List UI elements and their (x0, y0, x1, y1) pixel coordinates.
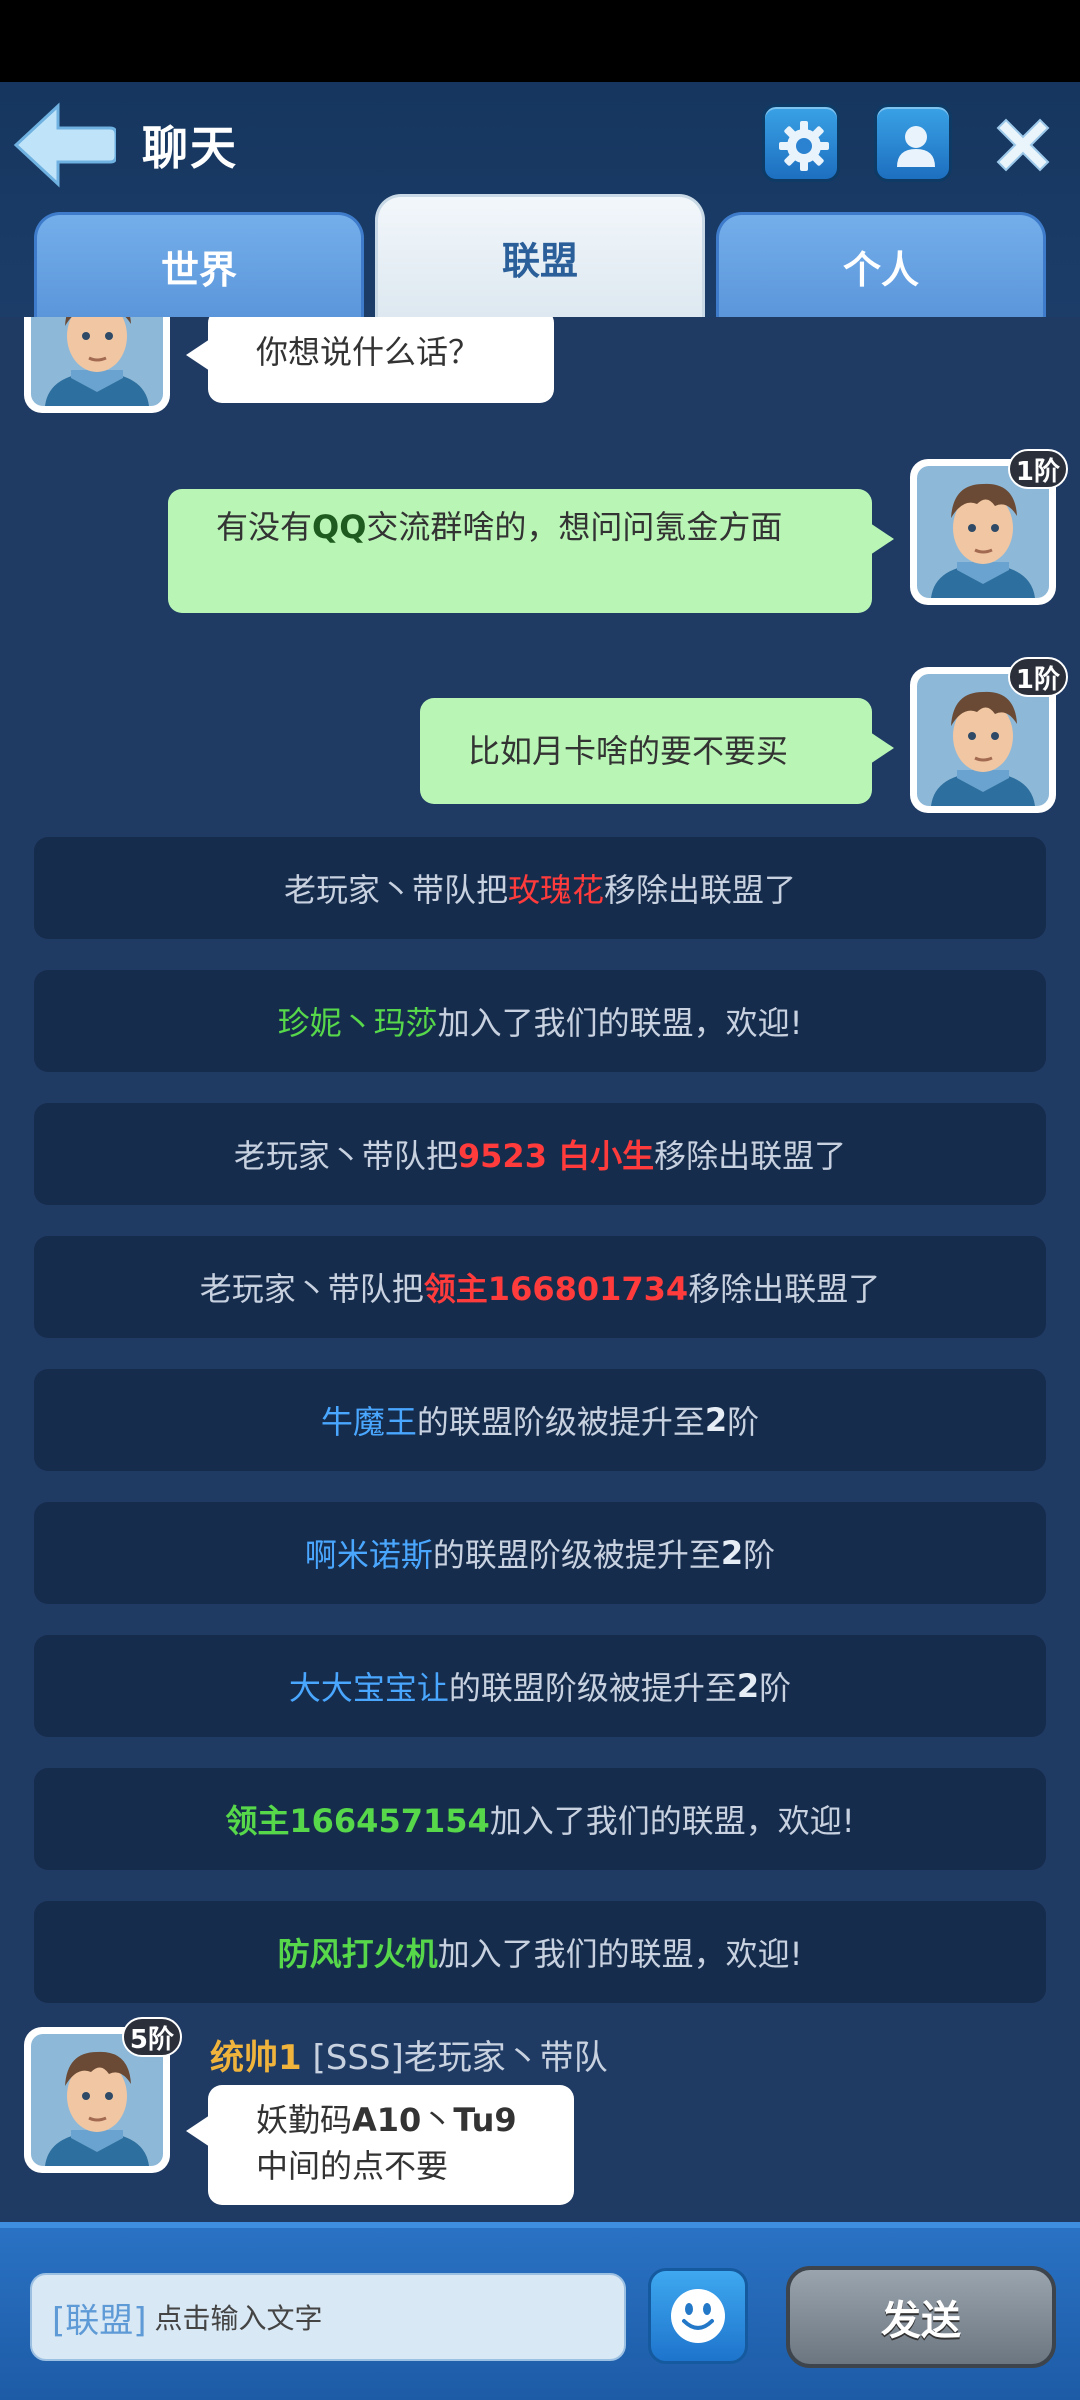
system-message: 老玩家丶带队把 玫瑰花 移除出联盟了 (34, 837, 1046, 939)
avatar[interactable]: 5阶 (24, 2017, 182, 2173)
chat-list[interactable]: 你想说什么话？ 1阶 有没有QQ交流群啥的，想问问氪金方面 1阶 比如月卡啥的要… (0, 317, 1080, 2222)
system-message: 老玩家丶带队把 领主166801734 移除出联盟了 (34, 1236, 1046, 1338)
message-bubble: 有没有QQ交流群啥的，想问问氪金方面 (168, 489, 894, 613)
rank-badge: 5阶 (121, 2017, 182, 2057)
back-button[interactable] (12, 100, 118, 190)
chat-header: 聊天 世界 联盟 个人 (0, 82, 1080, 317)
close-icon (996, 118, 1050, 172)
system-message: 防风打火机 加入了我们的联盟，欢迎! (34, 1901, 1046, 2003)
sender-name: 统帅1 [SSS]老玩家丶带队 (210, 2038, 608, 2078)
page-title: 聊天 (142, 121, 238, 175)
status-bar (0, 0, 1080, 82)
send-button[interactable]: 发送 (786, 2266, 1056, 2368)
gear-icon (779, 121, 829, 171)
user-icon (897, 126, 935, 167)
avatar[interactable] (24, 317, 170, 413)
message-bubble: 比如月卡啥的要不要买 (420, 698, 894, 804)
rank-badge: 1阶 (1007, 657, 1068, 697)
channel-label: [联盟] (52, 2300, 147, 2341)
message-text: 有没有QQ交流群啥的，想问问氪金方面 (216, 508, 783, 546)
system-message: 老玩家丶带队把 9523 白小生 移除出联盟了 (34, 1103, 1046, 1205)
system-message: 领主166457154 加入了我们的联盟，欢迎! (34, 1768, 1046, 1870)
message-text: 妖勤码A10丶Tu9 (256, 2101, 517, 2139)
tab-alliance[interactable]: 联盟 (375, 194, 705, 317)
rank-badge: 1阶 (1007, 449, 1068, 489)
system-message: 珍妮丶玛莎 加入了我们的联盟，欢迎! (34, 970, 1046, 1072)
avatar[interactable]: 1阶 (910, 449, 1068, 605)
smiley-icon (671, 2289, 725, 2343)
back-arrow-icon (13, 102, 118, 188)
emoji-button[interactable] (648, 2268, 748, 2364)
avatar[interactable]: 1阶 (910, 657, 1068, 813)
system-message: 大大宝宝让 的联盟阶级被提升至 2 阶 (34, 1635, 1046, 1737)
tab-personal[interactable]: 个人 (716, 212, 1046, 317)
hero-portrait-icon (31, 317, 163, 406)
system-message: 啊米诺斯 的联盟阶级被提升至 2 阶 (34, 1502, 1046, 1604)
message-bubble: 你想说什么话？ (186, 317, 554, 403)
message-bubble: 妖勤码A10丶Tu9 中间的点不要 (186, 2085, 574, 2205)
input-placeholder: 点击输入文字 (154, 2302, 323, 2335)
system-message: 牛魔王 的联盟阶级被提升至 2 阶 (34, 1369, 1046, 1471)
message-text: 中间的点不要 (256, 2147, 449, 2185)
close-button[interactable] (988, 110, 1058, 180)
profile-button[interactable] (874, 104, 952, 182)
message-input[interactable]: [联盟] 点击输入文字 (30, 2273, 626, 2361)
message-text: 你想说什么话？ (256, 333, 481, 371)
message-text: 比如月卡啥的要不要买 (468, 732, 789, 770)
chat-input-bar: [联盟] 点击输入文字 发送 (0, 2222, 1080, 2400)
tab-world[interactable]: 世界 (34, 212, 364, 317)
settings-button[interactable] (762, 104, 840, 182)
